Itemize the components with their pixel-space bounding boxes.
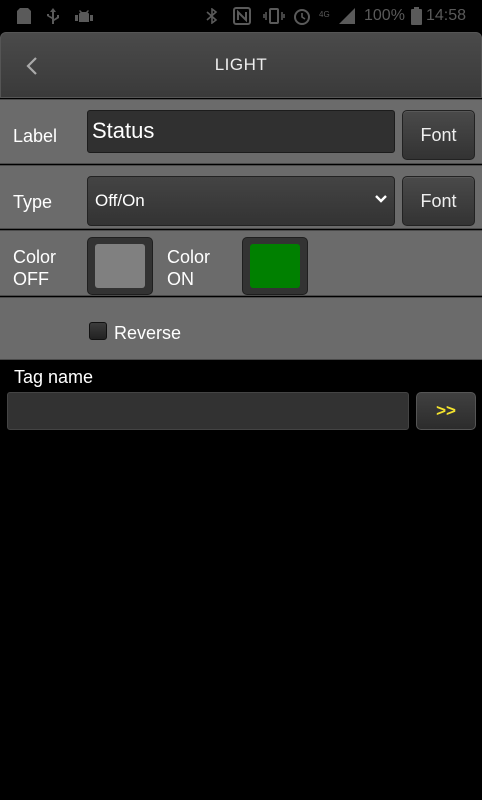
- bluetooth-icon: [203, 8, 221, 24]
- label-input[interactable]: Status: [87, 110, 395, 153]
- tag-browse-button[interactable]: >>: [416, 392, 476, 430]
- color-on-button[interactable]: [242, 237, 308, 295]
- type-select[interactable]: Off/On: [87, 176, 395, 226]
- type-row: Type Off/On Font: [0, 165, 482, 229]
- page-title: LIGHT: [214, 55, 268, 74]
- vibrate-icon: [262, 8, 286, 24]
- tag-name-label: Tag name: [14, 367, 94, 387]
- reverse-label: Reverse: [114, 323, 182, 343]
- battery-percent: 100%: [364, 7, 405, 24]
- color-off-label-line2: OFF: [13, 269, 49, 289]
- color-off-label-line1: Color: [13, 247, 57, 267]
- label-field-label: Label: [13, 126, 58, 146]
- title-bar: LIGHT: [0, 32, 482, 98]
- reverse-checkbox[interactable]: [89, 322, 107, 340]
- android-debug-icon: [74, 8, 94, 24]
- svg-text:4G: 4G: [319, 10, 330, 19]
- color-on-swatch: [250, 244, 300, 288]
- nfc-icon: [232, 7, 252, 25]
- sd-card-icon: [16, 8, 32, 24]
- type-select-value: Off/On: [95, 191, 145, 210]
- color-row: Color OFF Color ON: [0, 230, 482, 296]
- label-font-button[interactable]: Font: [402, 110, 475, 160]
- type-font-button[interactable]: Font: [402, 176, 475, 226]
- status-bar: 4G 100% 14:58: [0, 0, 482, 32]
- color-off-button[interactable]: [87, 237, 153, 295]
- label-row: Label Status Font: [0, 99, 482, 164]
- alarm-icon: [292, 8, 312, 25]
- usb-icon: [44, 8, 62, 24]
- color-on-label-line1: Color: [167, 247, 211, 267]
- signal-icon: 4G: [318, 8, 358, 24]
- chevron-down-icon: [375, 195, 387, 203]
- battery-icon: [410, 7, 422, 25]
- color-off-swatch: [95, 244, 145, 288]
- reverse-row: Reverse: [0, 297, 482, 360]
- color-on-label-line2: ON: [167, 269, 194, 289]
- type-field-label: Type: [13, 192, 53, 212]
- clock: 14:58: [426, 7, 467, 24]
- tag-name-input[interactable]: [7, 392, 409, 430]
